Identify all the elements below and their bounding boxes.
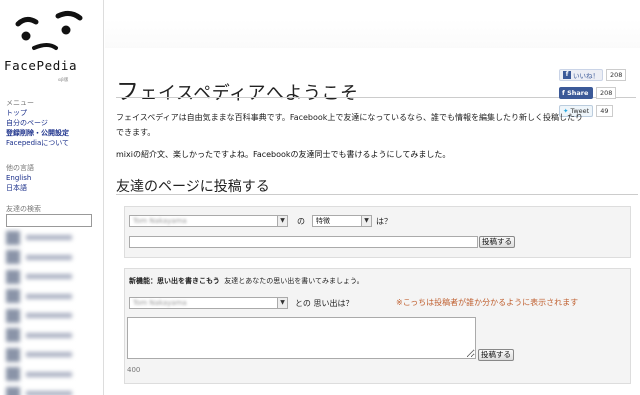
header-background [105, 0, 640, 48]
like-count: 208 [606, 68, 627, 81]
menu-item-about[interactable]: Facepediaについて [6, 138, 69, 148]
friend-list [0, 228, 103, 395]
sidebar-menu: メニュー トップ 自分のページ 登録削除・公開設定 Facepediaについて [6, 98, 69, 148]
avatar [6, 367, 20, 382]
avatar [6, 269, 20, 284]
menu-heading: メニュー [6, 99, 34, 107]
page-title: フェイスペディアへようこそ [116, 72, 358, 106]
memory-friend-select[interactable]: Tom Nakayama ▼ [129, 297, 288, 309]
site-logo-sub: αβ版 [58, 78, 69, 83]
avatar [6, 347, 20, 362]
avatar [6, 386, 20, 395]
friend-search-input[interactable] [6, 214, 92, 227]
language-japanese[interactable]: 日本語 [6, 183, 34, 193]
avatar [6, 250, 20, 265]
character-count: 400 [127, 366, 141, 374]
menu-item-registration-settings[interactable]: 登録削除・公開設定 [6, 128, 69, 138]
section-title: 友達のページに投稿する [116, 179, 270, 195]
menu-item-my-page[interactable]: 自分のページ [6, 118, 69, 128]
facebook-icon: f [563, 70, 571, 79]
facebook-like-button[interactable]: f いいね！ [559, 68, 603, 81]
friend-list-item[interactable] [0, 267, 103, 287]
language-english[interactable]: English [6, 173, 34, 183]
share-count: 208 [596, 86, 617, 99]
friend-list-item[interactable] [0, 228, 103, 248]
intro-text: フェイスペディアは自由気ままな百科事典です。Facebook上で友達になっている… [116, 113, 584, 137]
mixi-note-text: mixiの紹介文、楽しかったですよね。Facebookの友達同士でも書けるように… [116, 150, 451, 159]
tweet-count: 49 [596, 104, 613, 117]
author-visible-notice: ※こっちは投稿者が誰か分かるように表示されます [396, 298, 579, 307]
particle-no-label: の [297, 217, 305, 226]
page-title-rest: ェイスペディアへようこそ [139, 83, 359, 104]
friend-list-item[interactable] [0, 365, 103, 385]
avatar [6, 328, 20, 343]
chevron-down-icon: ▼ [361, 216, 371, 226]
chevron-down-icon: ▼ [277, 216, 287, 226]
menu-item-top[interactable]: トップ [6, 108, 69, 118]
friend-list-item[interactable] [0, 384, 103, 395]
page-title-initial: フ [116, 79, 140, 105]
submit-memory-button[interactable]: 投稿する [478, 349, 514, 361]
language-heading: 他の言語 [6, 164, 34, 172]
friend-list-item[interactable] [0, 248, 103, 268]
chevron-down-icon: ▼ [277, 298, 287, 308]
memory-form: 新機能：思い出を書きこもう 友達とあなたの思い出を書いてみましょう。 Tom N… [124, 268, 631, 384]
main-content: フェイスペディアへようこそ f いいね！ 208 f Share 208 ✦ Twe… [103, 0, 640, 395]
friend-list-item[interactable] [0, 287, 103, 307]
language-menu: 他の言語 English 日本語 [6, 163, 34, 193]
section-divider [116, 194, 638, 195]
avatar [6, 230, 20, 245]
question-label: は？ [376, 217, 392, 226]
title-divider [116, 97, 636, 98]
friend-list-item[interactable] [0, 326, 103, 346]
facepedia-logo-icon[interactable] [8, 4, 88, 54]
avatar [6, 289, 20, 304]
attribute-select[interactable]: 特徴 ▼ [312, 215, 372, 227]
site-logo-text[interactable]: FacePedia [4, 58, 77, 73]
friend-select[interactable]: Tom Nakayama ▼ [129, 215, 288, 227]
submit-post-button[interactable]: 投稿する [479, 236, 515, 248]
memory-form-header: 新機能：思い出を書きこもう 友達とあなたの思い出を書いてみましょう。 [129, 277, 364, 285]
friend-list-item[interactable] [0, 345, 103, 365]
facebook-share-button[interactable]: f Share [559, 86, 593, 99]
avatar [6, 308, 20, 323]
friend-list-item[interactable] [0, 306, 103, 326]
sidebar: FacePedia αβ版 メニュー トップ 自分のページ 登録削除・公開設定 … [0, 0, 103, 395]
memory-textarea[interactable] [127, 317, 476, 359]
friend-search-label: 友達の検索 [6, 205, 41, 213]
post-text-input[interactable] [129, 236, 478, 248]
post-form: Tom Nakayama ▼ の 特徴 ▼ は？ 投稿する [124, 206, 631, 258]
memory-question-label: との 思い出は？ [295, 299, 354, 308]
